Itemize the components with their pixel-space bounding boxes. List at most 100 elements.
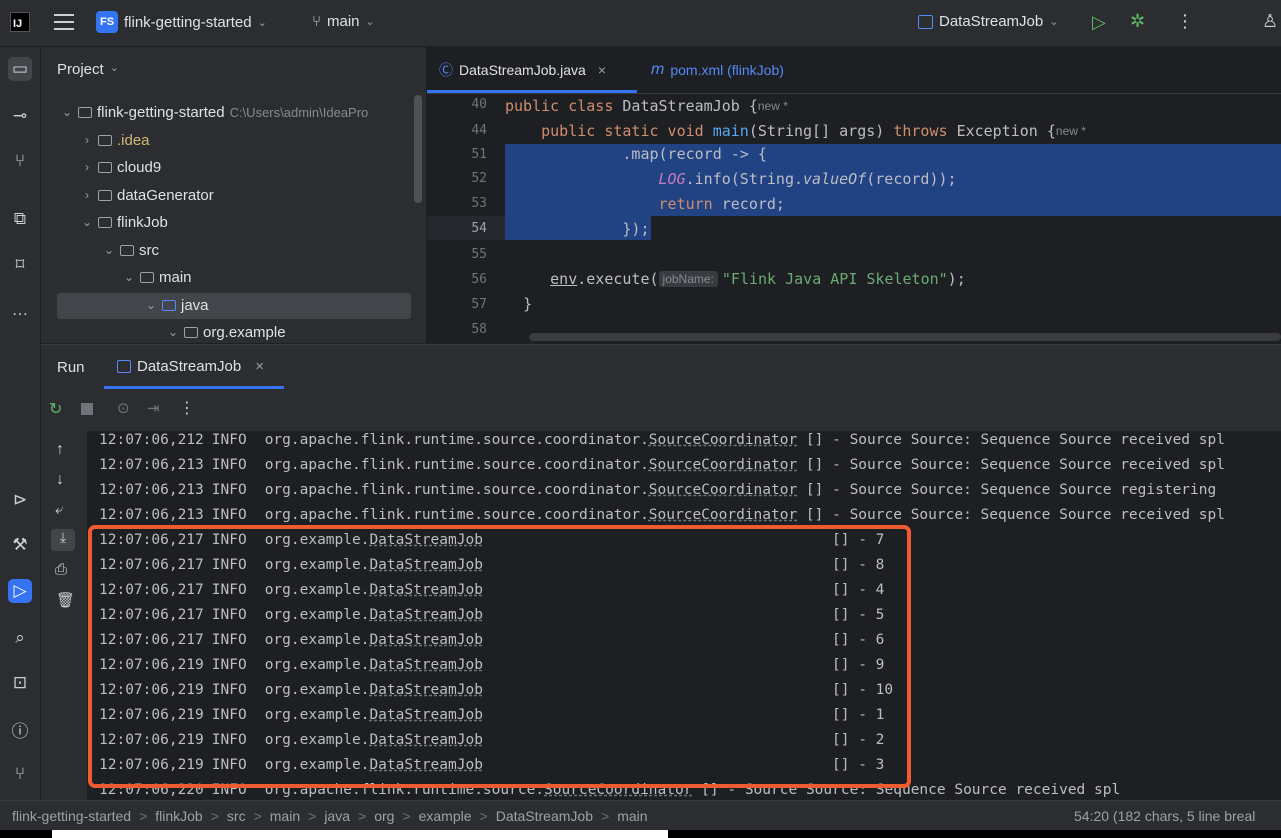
tree-item[interactable]: ⌄ flinkJob (81, 210, 168, 234)
tree-selection (57, 293, 411, 319)
chevron-down-icon: ⌄ (81, 215, 93, 229)
close-icon[interactable]: × (255, 358, 264, 375)
console-output[interactable]: 12:07:06,212 INFO org.apache.flink.runtime… (87, 431, 1281, 801)
chevron-down-icon: ⌄ (257, 16, 267, 29)
log-class[interactable]: SourceCoordinator (649, 432, 797, 448)
structure-icon[interactable]: ⧉ (8, 207, 32, 231)
log-class[interactable]: SourceCoordinator (649, 457, 797, 473)
main-menu-icon[interactable] (54, 14, 74, 35)
export-icon[interactable]: ⇥ (147, 399, 160, 417)
run-panel-header: Run DataStreamJob × (41, 345, 1281, 389)
log-package: org.example. (264, 531, 370, 548)
breadcrumb-item[interactable]: org (374, 808, 394, 824)
run-config-icon (918, 14, 933, 29)
folder-icon (120, 244, 134, 256)
code-editor[interactable]: Ⓒ DataStreamJob.java × m pom.xml (flinkJ… (427, 47, 1281, 343)
tab-datastreamjob[interactable]: Ⓒ DataStreamJob.java × (439, 47, 606, 93)
more-actions-icon[interactable]: ⋮ (1176, 11, 1194, 32)
log-message: [] - Source Source: Sequence Source regi… (797, 481, 1217, 498)
run-tool-icon[interactable]: ▷ (8, 579, 32, 603)
status-bar: flink-getting-started > flinkJob > src > main >… (0, 800, 1281, 831)
log-class[interactable]: DataStreamJob (369, 682, 483, 698)
arrow-up-icon[interactable]: ↑ (56, 441, 64, 459)
bookmarks-icon[interactable]: ⌑ (8, 253, 32, 277)
more-tools-icon[interactable]: … (8, 298, 32, 322)
breadcrumb-item[interactable]: main (617, 808, 647, 824)
breadcrumb-separator: > (358, 808, 367, 824)
tree-item-selected[interactable]: ⌄ java (145, 293, 209, 317)
breadcrumb-item[interactable]: example (419, 808, 472, 824)
screenshot-icon[interactable]: ⊙ (117, 399, 130, 417)
breadcrumb-item[interactable]: flinkJob (155, 808, 202, 824)
user-icon[interactable]: ♙ (1262, 11, 1278, 32)
stop-icon[interactable] (81, 403, 93, 415)
project-scrollbar[interactable] (414, 95, 422, 203)
build-icon[interactable]: ⚒ (8, 533, 32, 557)
log-level: INFO (211, 606, 247, 623)
log-class[interactable]: DataStreamJob (369, 607, 483, 623)
log-class[interactable]: DataStreamJob (369, 557, 483, 573)
code-line: public static void main (String[] args) t… (541, 122, 1086, 140)
trash-icon[interactable]: 🗑 (56, 591, 75, 609)
tab-pom-xml[interactable]: m pom.xml (flinkJob) (651, 47, 784, 93)
caret-position[interactable]: 54:20 (182 chars, 5 line breal (1074, 808, 1255, 824)
log-package: org.apache.flink.runtime.source. (264, 781, 545, 798)
log-level: INFO (211, 731, 247, 748)
breadcrumb-item[interactable]: flink-getting-started (12, 808, 131, 824)
run-icon[interactable]: ▷ (1092, 12, 1106, 33)
services-icon[interactable]: ⊳ (8, 488, 32, 512)
scroll-to-end-icon[interactable]: ⤓ (51, 529, 75, 551)
log-class[interactable]: DataStreamJob (369, 532, 483, 548)
log-class[interactable]: SourceCoordinator (649, 507, 797, 523)
maven-icon: m (651, 61, 665, 78)
log-class[interactable]: DataStreamJob (369, 757, 483, 773)
project-switcher[interactable]: FS flink-getting-started ⌄ (96, 11, 267, 33)
log-package: org.example. (264, 706, 370, 723)
tree-item[interactable]: ⌄ org.example (167, 320, 286, 344)
search-icon[interactable]: ⌕ (8, 626, 32, 650)
log-class[interactable]: DataStreamJob (369, 732, 483, 748)
breadcrumb-item[interactable]: java (324, 808, 350, 824)
more-actions-icon[interactable]: ⋮ (179, 398, 195, 418)
project-folder-icon[interactable]: ▭ (8, 57, 32, 81)
log-message: [] - Source Source: Sequence Source rece… (797, 456, 1225, 473)
close-icon[interactable]: × (598, 62, 606, 78)
log-class[interactable]: DataStreamJob (369, 632, 483, 648)
print-icon[interactable]: ⎙ (55, 561, 67, 578)
debug-icon[interactable]: ✲ (1130, 11, 1145, 32)
log-time: 12:07:06,219 (99, 706, 204, 723)
log-package: org.example. (264, 731, 370, 748)
problems-icon[interactable]: ⓘ (8, 717, 32, 741)
git-icon[interactable]: ⑂ (8, 762, 32, 786)
log-package: org.example. (264, 756, 370, 773)
java-class-icon: Ⓒ (439, 62, 453, 78)
tree-item[interactable]: › dataGenerator (81, 183, 214, 207)
tree-item[interactable]: › .idea (81, 128, 150, 152)
log-level: INFO (211, 756, 247, 773)
run-tab[interactable]: DataStreamJob × (117, 358, 264, 375)
tree-item[interactable]: ⌄ src (103, 238, 159, 262)
tree-item[interactable]: ⌄ main (123, 265, 192, 289)
soft-wrap-icon[interactable]: ⤶ (55, 501, 63, 518)
project-panel-header[interactable]: Project ⌄ (57, 61, 119, 78)
run-config-selector[interactable]: DataStreamJob ⌄ (918, 13, 1058, 30)
breadcrumb-item[interactable]: src (227, 808, 246, 824)
branch-switcher[interactable]: ⑂ main ⌄ (312, 13, 375, 30)
terminal-icon[interactable]: ⊡ (8, 671, 32, 695)
log-class[interactable]: SourceCoordinator (544, 782, 692, 798)
log-class[interactable]: DataStreamJob (369, 582, 483, 598)
arrow-down-icon[interactable]: ↓ (56, 471, 64, 489)
pull-requests-icon[interactable]: ⑂ (8, 149, 32, 173)
rerun-icon[interactable]: ↻ (49, 399, 62, 419)
tree-item[interactable]: ⌄ flink-getting-started C:\Users\admin\I… (61, 100, 368, 124)
run-toolbar: ↻ ⊙ ⇥ ⋮ (41, 389, 1281, 431)
log-class[interactable]: SourceCoordinator (649, 482, 797, 498)
log-class[interactable]: DataStreamJob (369, 657, 483, 673)
breadcrumb-item[interactable]: main (270, 808, 300, 824)
breadcrumb-item[interactable]: DataStreamJob (496, 808, 593, 824)
log-class[interactable]: DataStreamJob (369, 707, 483, 723)
commit-icon[interactable]: ⊸ (8, 104, 32, 128)
tree-item[interactable]: › cloud9 (81, 155, 161, 179)
editor-horizontal-scrollbar[interactable] (529, 333, 1281, 341)
source-folder-icon (162, 299, 176, 311)
